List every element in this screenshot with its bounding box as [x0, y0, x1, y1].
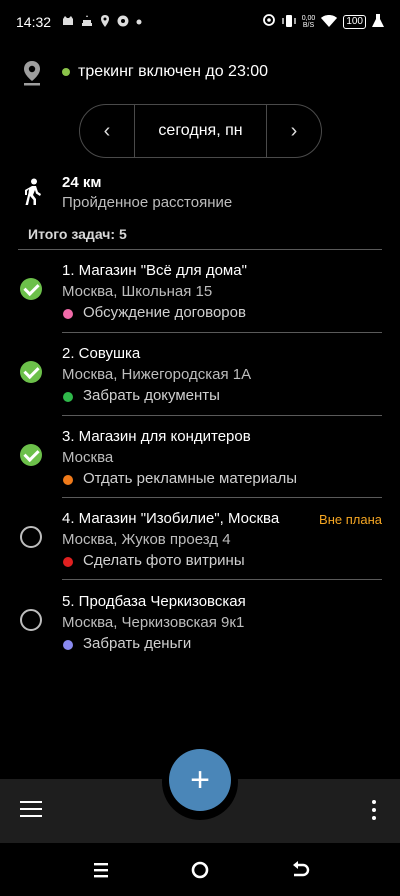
add-task-button[interactable]: + — [169, 749, 231, 811]
vibrate-icon — [282, 14, 296, 31]
recent-apps-button[interactable] — [88, 857, 114, 883]
status-time: 14:32 — [16, 14, 52, 30]
home-icon — [191, 861, 209, 879]
task-category-dot — [63, 640, 73, 650]
task-action: Сделать фото витрины — [83, 552, 245, 569]
distance-summary: 24 км Пройденное расстояние — [0, 172, 400, 216]
recents-icon — [94, 863, 108, 878]
task-category-dot — [63, 309, 73, 319]
distance-value: 24 км — [62, 174, 102, 191]
task-done-check-icon[interactable] — [20, 361, 42, 383]
unplanned-badge: Вне плана — [319, 512, 382, 527]
task-title: 3. Магазин для кондитеров — [62, 428, 251, 445]
task-category-dot — [63, 392, 73, 402]
walking-person-icon — [22, 178, 44, 206]
map-pin-icon — [22, 60, 42, 86]
plus-icon: + — [190, 760, 210, 799]
task-address: Москва, Черкизовская 9к1 — [62, 614, 245, 631]
task-address: Москва — [62, 449, 114, 466]
task-title: 4. Магазин "Изобилие", Москва — [62, 510, 280, 527]
task-address: Москва, Школьная 15 — [62, 283, 213, 300]
distance-label: Пройденное расстояние — [62, 194, 233, 211]
hamburger-menu-icon[interactable] — [20, 801, 42, 819]
date-navigator: ‹ сегодня, пн › — [79, 104, 322, 158]
prev-day-button[interactable]: ‹ — [80, 105, 134, 157]
task-action: Отдать рекламные материалы — [83, 470, 298, 487]
more-vertical-icon[interactable] — [371, 800, 377, 822]
network-speed-unit: B/S — [302, 22, 315, 29]
task-divider — [62, 579, 382, 580]
task-divider — [62, 415, 382, 416]
task-action: Обсуждение договоров — [83, 304, 246, 321]
task-category-dot — [63, 557, 73, 567]
status-bar: 14:32 0,00 B/S 100 — [0, 0, 400, 44]
tracking-text: трекинг включен до 23:00 — [78, 63, 269, 80]
chevron-left-icon: ‹ — [103, 119, 111, 142]
task-title: 2. Совушка — [62, 345, 141, 362]
back-icon — [293, 861, 310, 877]
status-right: 0,00 B/S 100 — [262, 13, 384, 31]
back-button[interactable] — [287, 857, 313, 883]
system-nav-bar — [0, 843, 400, 896]
network-speed-value: 0,00 — [301, 15, 316, 22]
chevron-right-icon: › — [290, 119, 298, 142]
header-divider — [18, 249, 382, 250]
status-left: 14:32 — [16, 14, 142, 30]
task-divider — [62, 497, 382, 498]
notification-cat-icon — [62, 15, 74, 29]
task-done-check-icon[interactable] — [20, 278, 42, 300]
task-address: Москва, Жуков проезд 4 — [62, 531, 231, 548]
task-address: Москва, Нижегородская 1А — [62, 366, 252, 383]
notification-location-icon — [100, 14, 110, 30]
task-pending-circle-icon[interactable] — [20, 526, 42, 548]
notification-cake-icon — [81, 15, 93, 29]
task-action: Забрать деньги — [83, 635, 192, 652]
tasks-total: Итого задач: 5 — [28, 226, 127, 242]
task-category-dot — [63, 475, 73, 485]
task-action: Забрать документы — [83, 387, 220, 404]
home-button[interactable] — [187, 857, 213, 883]
task-divider — [62, 332, 382, 333]
battery-indicator: 100 — [343, 15, 366, 29]
task-pending-circle-icon[interactable] — [20, 609, 42, 631]
task-title: 5. Продбаза Черкизовская — [62, 593, 246, 610]
task-done-check-icon[interactable] — [20, 444, 42, 466]
flask-icon — [372, 13, 384, 31]
tracking-active-dot — [62, 68, 70, 76]
task-item[interactable]: 5. Продбаза Черкизовская Москва, Черкизо… — [0, 593, 400, 675]
task-title: 1. Магазин "Всё для дома" — [62, 262, 247, 279]
notification-more-dot-icon — [136, 16, 142, 28]
date-label[interactable]: сегодня, пн — [134, 105, 267, 157]
network-speed: 0,00 B/S — [302, 15, 316, 29]
notification-ball-icon — [117, 15, 129, 30]
wifi-icon — [321, 14, 338, 30]
location-status-icon — [262, 13, 276, 31]
tracking-status: трекинг включен до 23:00 — [0, 56, 400, 88]
next-day-button[interactable]: › — [267, 105, 321, 157]
